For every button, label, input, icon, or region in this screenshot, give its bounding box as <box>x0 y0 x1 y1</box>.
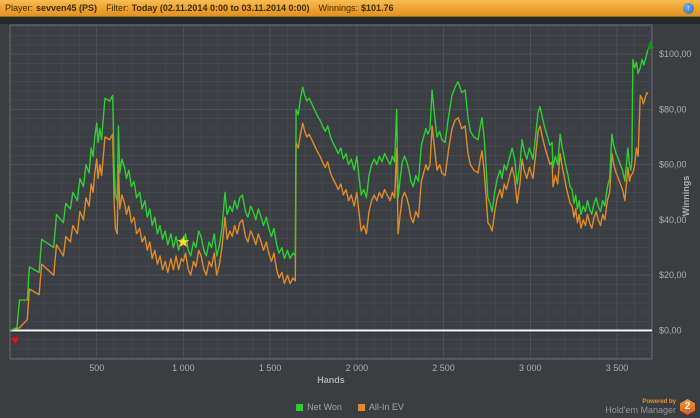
net-won-swatch-icon <box>296 403 304 411</box>
x-axis-title: Hands <box>317 375 345 385</box>
x-tick-label: 2 500 <box>432 363 455 373</box>
brand-badge-icon: 2 <box>680 399 695 415</box>
winnings-label: Winnings: <box>318 3 359 13</box>
player-value: sevven45 (PS) <box>36 3 98 13</box>
y-axis-title: Winnings <box>681 176 691 216</box>
y-tick-label: $80,00 <box>659 104 687 114</box>
x-tick-label: 500 <box>89 363 104 373</box>
header-bar: Player: sevven45 (PS) Filter: Today (02.11.… <box>0 0 700 17</box>
legend-item-all-in-ev[interactable]: All-In EV <box>357 402 404 412</box>
y-tick-label: $100,00 <box>659 49 692 59</box>
x-tick-label: 3 000 <box>519 363 542 373</box>
holdem-manager-window: Player: sevven45 (PS) Filter: Today (02.11.… <box>0 0 700 418</box>
filter-label: Filter: <box>106 3 129 13</box>
y-tick-label: $20,00 <box>659 270 687 280</box>
powered-by-text: Powered by Hold'em Manager <box>605 399 676 415</box>
y-tick-label: $0,00 <box>659 326 682 336</box>
winnings-chart-region: 500 1 000 1 500 2 000 2 500 3 000 3 500 $0,00 $2… <box>0 24 700 418</box>
x-tick-label: 2 000 <box>346 363 369 373</box>
winnings-value: $101.76 <box>361 3 394 13</box>
legend-label: All-In EV <box>368 402 404 412</box>
x-tick-label: 3 500 <box>606 363 629 373</box>
legend-item-net-won[interactable]: Net Won <box>296 402 342 412</box>
legend-label: Net Won <box>307 402 342 412</box>
x-tick-label: 1 000 <box>172 363 195 373</box>
y-tick-label: $60,00 <box>659 160 687 170</box>
all-in-ev-swatch-icon <box>357 403 365 411</box>
powered-by-block: Powered by Hold'em Manager 2 <box>605 399 695 415</box>
chart-legend: Net Won All-In EV <box>296 402 404 412</box>
up-arrow-circle-icon[interactable]: ↑ <box>683 3 694 14</box>
x-tick-label: 1 500 <box>259 363 282 373</box>
winnings-chart-canvas: 500 1 000 1 500 2 000 2 500 3 000 3 500 $0,00 $2… <box>9 24 692 385</box>
filter-value: Today (02.11.2014 0:00 to 03.11.2014 0:0… <box>131 3 310 13</box>
header-divider <box>0 17 700 24</box>
player-label: Player: <box>5 3 34 13</box>
brand-name: Hold'em Manager <box>605 405 676 415</box>
